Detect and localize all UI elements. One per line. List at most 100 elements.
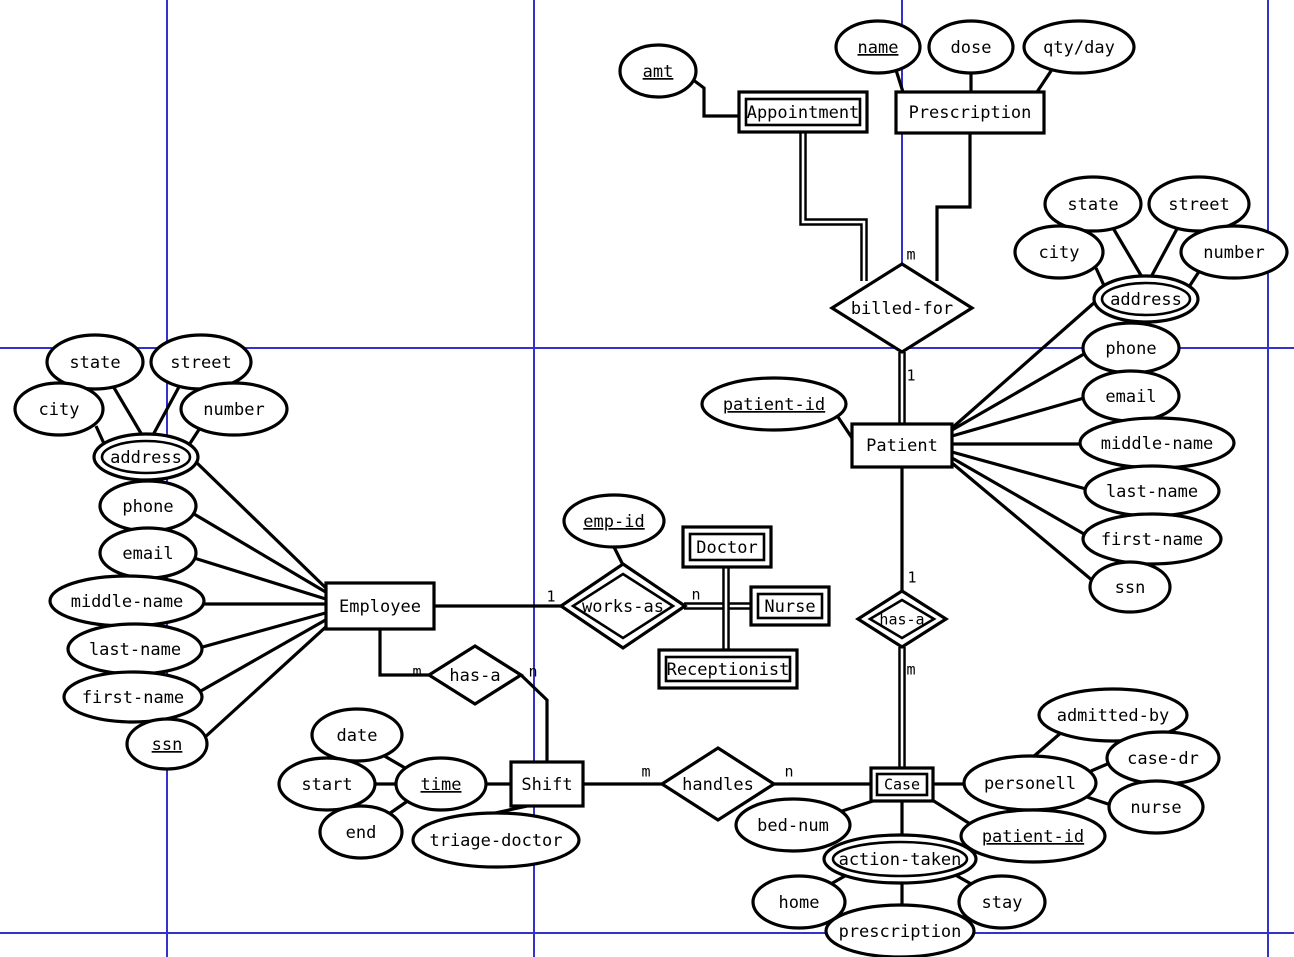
attribute-employee-first-name[interactable]: first-name (62, 670, 204, 724)
attribute-employee-ssn[interactable]: ssn (125, 717, 209, 771)
attribute-stay[interactable]: stay (957, 874, 1047, 930)
attribute-patient-phone-label: phone (1105, 339, 1156, 359)
attribute-patient-city[interactable]: city (1013, 224, 1105, 280)
attribute-amt[interactable]: amt (618, 43, 698, 99)
attribute-patient-state-label: state (1067, 195, 1118, 215)
attribute-patient-phone[interactable]: phone (1081, 321, 1181, 375)
attribute-prescription-name[interactable]: name (834, 19, 922, 75)
attribute-patient-first-name[interactable]: first-name (1081, 512, 1223, 566)
entity-case[interactable]: Case (869, 766, 935, 803)
entity-employee-label: Employee (339, 597, 421, 617)
attribute-case-nurse-label: nurse (1130, 798, 1181, 818)
attribute-employee-email[interactable]: email (98, 526, 198, 580)
attribute-patient-first-name-label: first-name (1101, 530, 1203, 550)
relationship-billed-for[interactable]: billed-for (828, 262, 976, 354)
cardinality-works-as-1: 1 (546, 588, 555, 606)
attribute-shift-date[interactable]: date (310, 707, 404, 763)
attribute-qty-day-label: qty/day (1043, 38, 1115, 58)
relationship-patient-has-a[interactable]: has-a (855, 589, 949, 649)
attribute-personell[interactable]: personell (962, 754, 1098, 812)
attribute-amt-label: amt (643, 62, 674, 82)
attribute-employee-state[interactable]: state (45, 333, 145, 391)
entity-shift[interactable]: Shift (509, 760, 585, 808)
attribute-patient-email[interactable]: email (1081, 369, 1181, 423)
attribute-employee-city-label: city (39, 400, 80, 420)
attribute-patient-number-label: number (1203, 243, 1264, 263)
entity-patient[interactable]: Patient (850, 422, 954, 469)
entity-prescription[interactable]: Prescription (894, 90, 1046, 135)
cardinality-group: m 1 1 n m n 1 m m n (412, 246, 916, 781)
connector-qtyday-prescription (1035, 67, 1055, 93)
attribute-employee-phone[interactable]: phone (98, 479, 198, 533)
attribute-patient-last-name-label: last-name (1106, 482, 1198, 502)
attribute-employee-last-name[interactable]: last-name (66, 622, 204, 676)
entity-case-label: Case (884, 776, 920, 794)
entity-doctor[interactable]: Doctor (681, 525, 773, 569)
attribute-patient-id-label: patient-id (723, 395, 825, 415)
relationship-employee-has-a[interactable]: has-a (425, 644, 525, 706)
attribute-patient-id[interactable]: patient-id (700, 376, 848, 432)
attribute-stay-label: stay (982, 893, 1023, 913)
attribute-shift-end[interactable]: end (318, 804, 404, 860)
cardinality-handles-n: n (784, 763, 793, 781)
attribute-patient-state[interactable]: state (1043, 175, 1143, 233)
attribute-employee-number[interactable]: number (179, 381, 289, 437)
relationship-patient-has-a-label: has-a (879, 611, 924, 629)
entity-appointment[interactable]: Appointment (737, 90, 869, 134)
attribute-patient-address[interactable]: address (1092, 274, 1200, 324)
attribute-patient-number[interactable]: number (1179, 224, 1289, 280)
cardinality-handles-m: m (641, 763, 650, 781)
entity-receptionist[interactable]: Receptionist (657, 648, 799, 690)
er-diagram-canvas: Appointment Prescription Patient Employe… (0, 0, 1294, 957)
attribute-triage-doctor[interactable]: triage-doctor (411, 811, 581, 869)
attribute-shift-start[interactable]: start (277, 756, 377, 812)
relationship-works-as[interactable]: works-as (558, 562, 688, 650)
entity-group: Appointment Prescription Patient Employe… (324, 90, 1046, 808)
attribute-action-taken[interactable]: action-taken (822, 833, 978, 885)
attribute-employee-middle-name-label: middle-name (71, 592, 184, 612)
attribute-employee-ssn-label: ssn (152, 735, 183, 755)
entity-nurse[interactable]: Nurse (749, 585, 831, 627)
entity-patient-label: Patient (866, 436, 938, 456)
cardinality-billed-for-1: 1 (906, 367, 915, 385)
cardinality-patient-has-a-m: m (906, 661, 915, 679)
connector-pstreet-paddress (1149, 226, 1180, 278)
attribute-employee-phone-label: phone (122, 497, 173, 517)
attribute-employee-middle-name[interactable]: middle-name (48, 574, 206, 628)
cardinality-works-as-n: n (691, 586, 700, 604)
attribute-employee-address[interactable]: address (92, 432, 200, 482)
entity-appointment-label: Appointment (747, 103, 860, 123)
attribute-patient-middle-name[interactable]: middle-name (1078, 416, 1236, 470)
attribute-shift-time[interactable]: time (394, 756, 488, 812)
attribute-employee-address-label: address (110, 448, 182, 468)
attribute-qty-day[interactable]: qty/day (1022, 19, 1136, 75)
relationship-handles-label: handles (682, 775, 754, 795)
attribute-dose-label: dose (951, 38, 992, 58)
cardinality-billed-for-m: m (906, 246, 915, 264)
attribute-employee-email-label: email (122, 544, 173, 564)
connector-appointment-billedfor (799, 131, 868, 281)
entity-employee[interactable]: Employee (324, 581, 436, 631)
attribute-dose[interactable]: dose (927, 19, 1015, 75)
attribute-patient-address-label: address (1110, 290, 1182, 310)
attribute-patient-street[interactable]: street (1147, 175, 1251, 233)
attribute-shift-end-label: end (346, 823, 377, 843)
attribute-employee-first-name-label: first-name (82, 688, 184, 708)
attribute-emp-id[interactable]: emp-id (562, 493, 666, 549)
attribute-bed-num[interactable]: bed-num (734, 797, 852, 853)
attribute-patient-middle-name-label: middle-name (1101, 434, 1214, 454)
attribute-case-prescription[interactable]: prescription (824, 903, 976, 957)
attribute-employee-city[interactable]: city (13, 381, 105, 437)
attribute-case-dr[interactable]: case-dr (1105, 730, 1221, 786)
attribute-patient-last-name[interactable]: last-name (1083, 464, 1221, 518)
attribute-personell-label: personell (984, 774, 1076, 794)
attribute-case-patient-id[interactable]: patient-id (959, 808, 1107, 864)
attribute-employee-last-name-label: last-name (89, 640, 181, 660)
entity-prescription-label: Prescription (909, 103, 1032, 123)
attribute-patient-ssn[interactable]: ssn (1088, 560, 1172, 614)
connector-employee-eemail (193, 556, 330, 602)
attribute-case-nurse[interactable]: nurse (1107, 779, 1205, 835)
attribute-employee-street[interactable]: street (149, 333, 253, 391)
relationship-billed-for-label: billed-for (851, 299, 953, 319)
attribute-patient-street-label: street (1168, 195, 1229, 215)
